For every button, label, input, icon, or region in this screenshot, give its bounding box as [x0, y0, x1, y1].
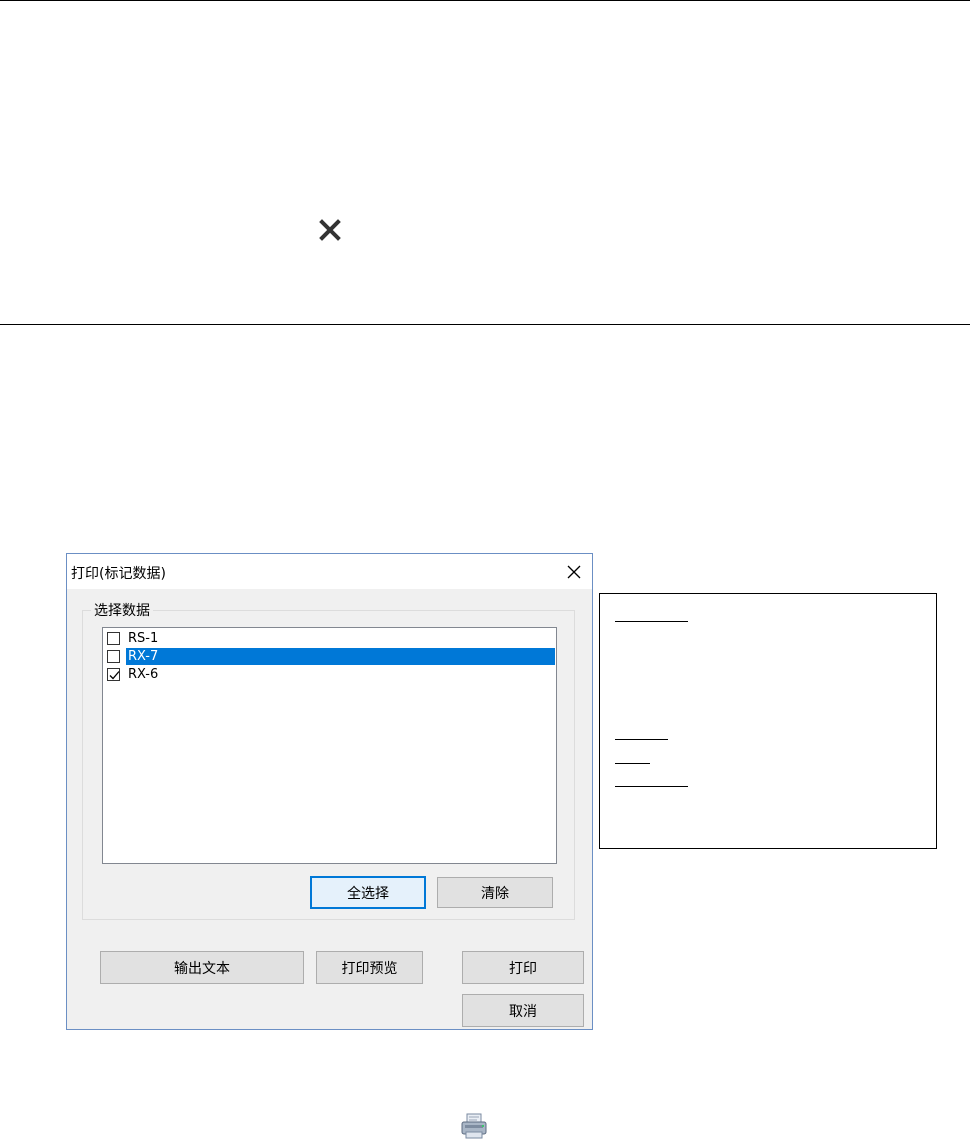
annotation-line — [615, 621, 688, 622]
print-dialog: 打印(标记数据) 选择数据 RS-1 RX-7 RX-6 全选择 清除 输出文本… — [66, 553, 593, 1030]
annotation-line — [615, 739, 668, 740]
annotation-box — [599, 593, 937, 849]
dialog-body: 选择数据 RS-1 RX-7 RX-6 全选择 清除 输出文本 打印预览 打印 … — [67, 589, 592, 1029]
print-button[interactable]: 打印 — [462, 951, 584, 984]
dialog-titlebar: 打印(标记数据) — [67, 554, 592, 589]
checkbox[interactable] — [107, 632, 120, 645]
list-item[interactable]: RX-6 — [104, 666, 555, 683]
checkbox[interactable] — [107, 650, 120, 663]
print-preview-button[interactable]: 打印预览 — [316, 951, 423, 984]
list-item-label: RS-1 — [128, 631, 159, 646]
close-icon[interactable] — [562, 560, 586, 584]
clear-button[interactable]: 清除 — [437, 877, 553, 908]
top-divider — [0, 0, 970, 1]
list-item[interactable]: RS-1 — [104, 630, 555, 647]
dialog-title: 打印(标记数据) — [71, 566, 166, 582]
data-listbox[interactable]: RS-1 RX-7 RX-6 — [102, 627, 557, 864]
output-text-button[interactable]: 输出文本 — [100, 951, 304, 984]
annotation-line — [615, 786, 688, 787]
list-item-label: RX-6 — [128, 667, 159, 682]
list-item-label: RX-7 — [126, 648, 555, 665]
checkbox[interactable] — [107, 668, 120, 681]
select-all-button[interactable]: 全选择 — [310, 876, 426, 909]
annotation-line — [615, 763, 650, 764]
checkmark-icon — [109, 671, 120, 680]
list-item[interactable]: RX-7 — [104, 648, 555, 665]
cancel-button[interactable]: 取消 — [462, 994, 584, 1027]
group-label: 选择数据 — [91, 600, 153, 620]
middle-divider — [0, 324, 970, 325]
printer-icon — [458, 1112, 490, 1140]
close-x-icon — [318, 218, 342, 242]
